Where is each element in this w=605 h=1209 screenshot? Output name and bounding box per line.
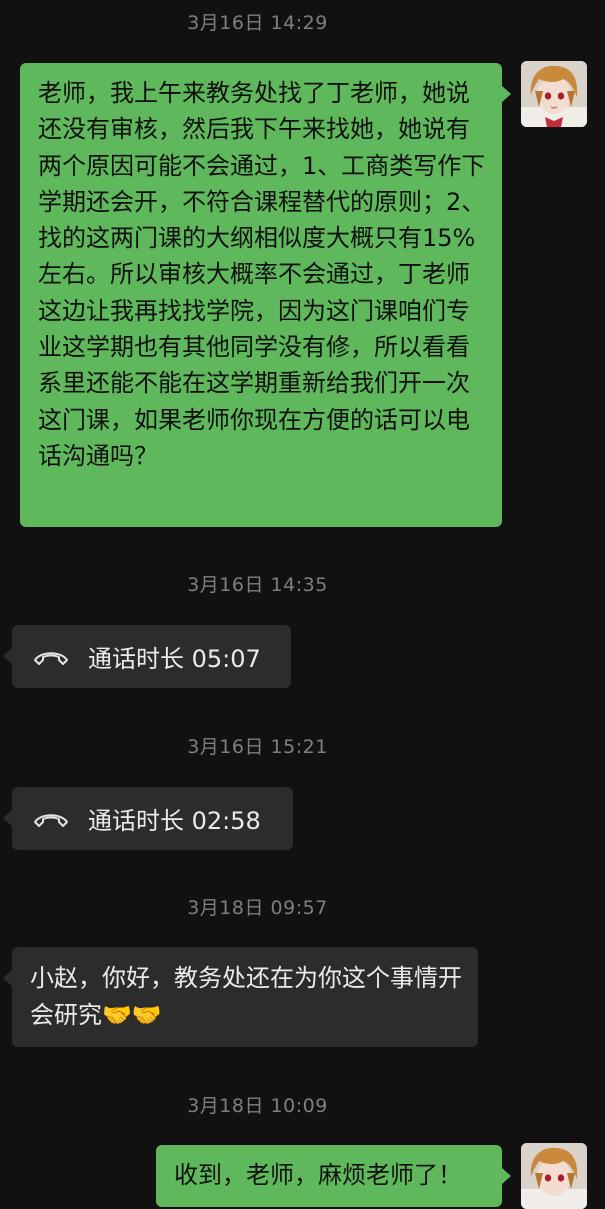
incoming-message-bubble[interactable]: 小赵，你好，教务处还在为你这个事情开会研究🤝🤝 <box>3 947 478 1047</box>
timestamp: 3月16日 15:21 <box>187 736 328 758</box>
message-text: 老师，我上午来教务处找了丁老师，她说还没有审核，然后我下午来找她，她说有两个原因… <box>38 79 486 470</box>
call-duration-text: 通话时长 02:58 <box>88 807 261 835</box>
outgoing-message-bubble[interactable]: 老师，我上午来教务处找了丁老师，她说还没有审核，然后我下午来找她，她说有两个原因… <box>20 63 511 527</box>
phone-hangup-icon <box>34 651 68 665</box>
timestamp: 3月16日 14:29 <box>187 12 328 34</box>
outgoing-message-bubble[interactable]: 收到，老师，麻烦老师了！ <box>156 1145 511 1207</box>
user-avatar[interactable] <box>521 61 587 127</box>
message-text: 小赵，你好，教务处还在为你这个事情开会研究🤝🤝 <box>30 964 462 1029</box>
phone-hangup-icon <box>34 813 68 827</box>
user-avatar[interactable] <box>521 1143 587 1209</box>
timestamp: 3月16日 14:35 <box>187 574 328 596</box>
timestamp: 3月18日 09:57 <box>187 897 328 919</box>
call-record-bubble[interactable]: 通话时长 02:58 <box>3 787 293 850</box>
call-record-bubble[interactable]: 通话时长 05:07 <box>3 625 291 688</box>
message-text: 收到，老师，麻烦老师了！ <box>174 1161 462 1189</box>
timestamp: 3月18日 10:09 <box>187 1095 328 1117</box>
call-duration-text: 通话时长 05:07 <box>88 645 261 673</box>
